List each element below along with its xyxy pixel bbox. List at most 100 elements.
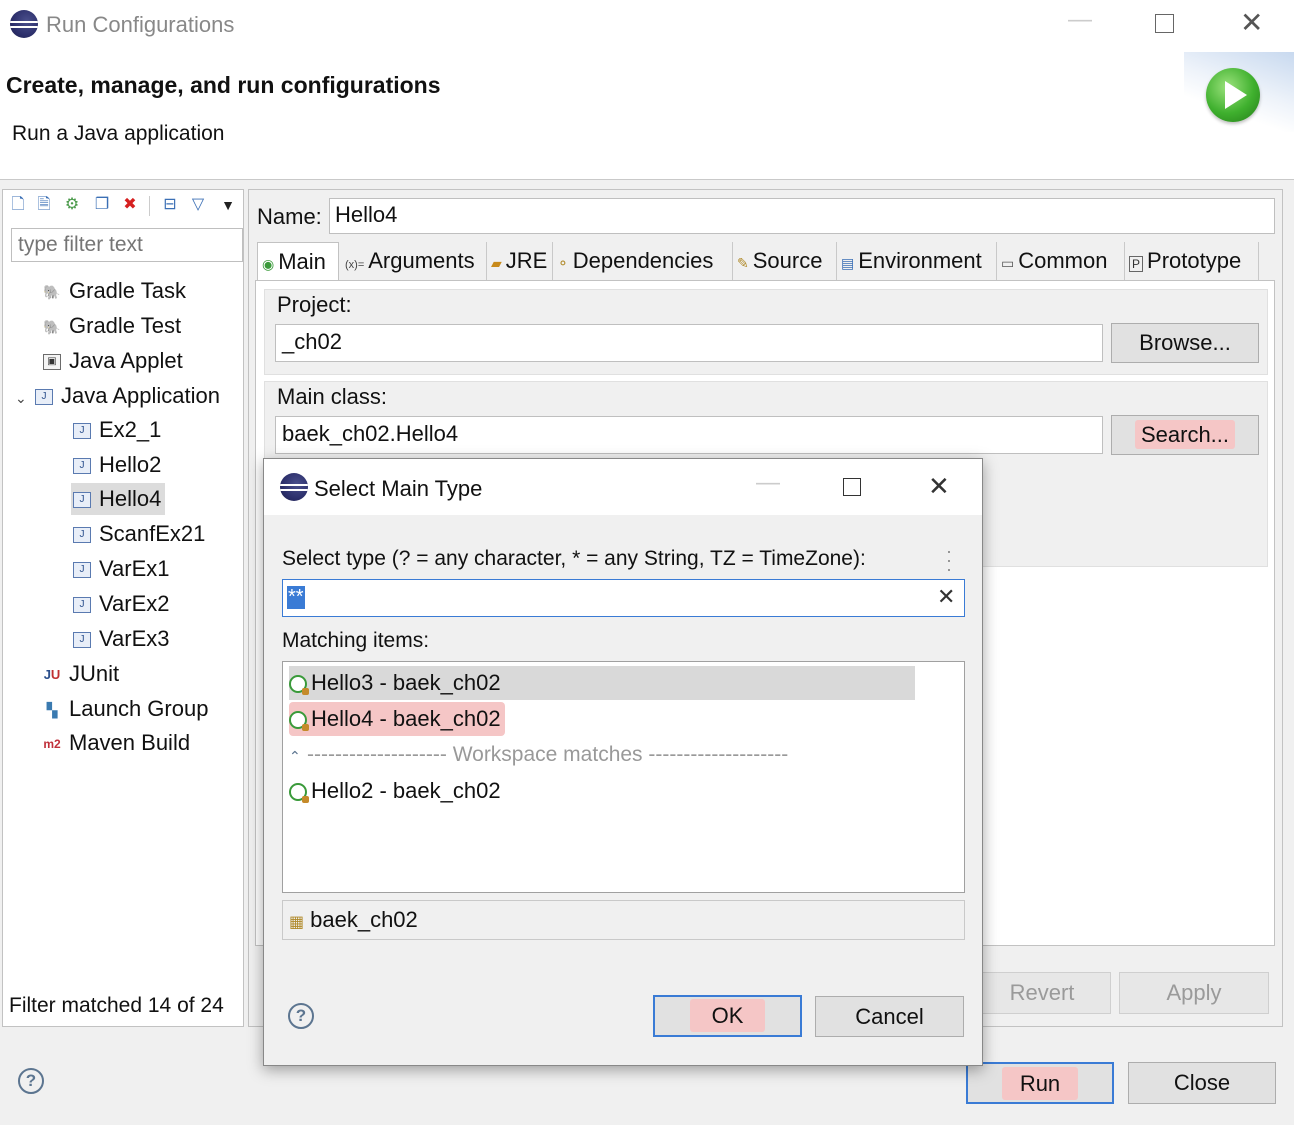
main-class-input[interactable]: baek_ch02.Hello4 <box>275 416 1103 454</box>
new-prototype-icon[interactable]: 🗎 <box>35 196 53 214</box>
apply-button[interactable]: Apply <box>1119 972 1269 1014</box>
minimize-icon[interactable]: — <box>756 469 780 497</box>
help-icon[interactable]: ? <box>288 1003 314 1029</box>
tree-item-hello4[interactable]: J Hello4 <box>71 483 166 515</box>
header-title: Create, manage, and run configurations <box>6 72 441 98</box>
project-label: Project: <box>277 292 352 317</box>
jre-icon: ▰ <box>491 255 502 271</box>
tab-common[interactable]: ▭ Common <box>997 242 1125 280</box>
class-icon <box>289 783 309 804</box>
tree-item-junit[interactable]: JU JUnit <box>43 658 119 690</box>
java-app-icon: J <box>35 389 53 406</box>
package-icon: ▦ <box>289 914 305 931</box>
launch-group-icon: ▚ <box>46 702 58 719</box>
close-icon[interactable]: ✕ <box>1240 6 1263 39</box>
name-label: Name: <box>257 204 322 229</box>
search-button-label: Search... <box>1134 420 1236 449</box>
select-type-prompt: Select type (? = any character, * = any … <box>282 547 866 570</box>
window-titlebar: Run Configurations — ✕ <box>0 0 1294 52</box>
minimize-icon[interactable]: — <box>1068 6 1092 34</box>
eclipse-logo-icon <box>10 10 38 38</box>
header-subtitle: Run a Java application <box>12 122 225 145</box>
tree-item-java-applet[interactable]: ▣ Java Applet <box>43 345 183 377</box>
environment-icon: ▤ <box>841 255 855 271</box>
tab-arguments[interactable]: (x)= Arguments <box>341 242 487 280</box>
list-item[interactable]: Hello3 - baek_ch02 <box>289 666 915 700</box>
more-options-icon[interactable]: · · · <box>944 542 954 578</box>
maximize-icon[interactable] <box>1155 14 1174 33</box>
tree-item-java-application[interactable]: ⌄ J Java Application <box>15 380 220 412</box>
revert-button[interactable]: Revert <box>973 972 1111 1014</box>
project-group: Project: _ch02 Browse... <box>264 289 1268 375</box>
delete-icon[interactable]: ✖ <box>121 196 139 214</box>
package-field: ▦ baek_ch02 <box>282 900 965 940</box>
tab-source[interactable]: ✎ Source <box>733 242 837 280</box>
tree-item-varex2[interactable]: J VarEx2 <box>73 588 170 620</box>
dialog-title: Select Main Type <box>314 476 483 501</box>
duplicate-icon[interactable]: ⚙ <box>63 196 81 214</box>
list-item[interactable]: Hello4 - baek_ch02 <box>289 702 505 736</box>
search-button[interactable]: Search... <box>1111 415 1259 455</box>
tab-environment[interactable]: ▤ Environment <box>837 242 997 280</box>
collapse-icon[interactable]: ⌃ <box>289 739 307 773</box>
run-logo-icon <box>1206 68 1260 122</box>
collapse-all-icon[interactable]: ⊟ <box>161 196 179 214</box>
tree-item-launch-group[interactable]: ▚ Launch Group <box>43 693 209 725</box>
tab-jre[interactable]: ▰ JRE <box>487 242 553 280</box>
tree-item-gradle-test[interactable]: 🐘 Gradle Test <box>43 310 181 342</box>
config-list-panel: 🗋 🗎 ⚙ ❐ ✖ ⊟ ▽ ▼ 🐘Gradle Task 🐘Gradle Tes… <box>2 189 244 1027</box>
tree-item-ex2-1[interactable]: J Ex2_1 <box>73 414 161 446</box>
run-button-label: Run <box>1001 1067 1079 1100</box>
common-icon: ▭ <box>1001 255 1015 271</box>
menu-dropdown-icon[interactable]: ▼ <box>219 196 237 214</box>
tree-item-varex3[interactable]: J VarEx3 <box>73 623 170 655</box>
arguments-icon: (x)= <box>345 259 365 271</box>
chevron-down-icon[interactable]: ⌄ <box>15 382 35 414</box>
source-icon: ✎ <box>737 255 749 271</box>
class-icon <box>289 675 309 696</box>
ok-button-label: OK <box>689 999 766 1032</box>
java-app-icon: J <box>73 492 91 509</box>
eclipse-logo-icon <box>280 473 308 501</box>
filter-input[interactable] <box>11 228 243 262</box>
matching-items-list: Hello3 - baek_ch02 Hello4 - baek_ch02 ⌃ -… <box>282 661 965 893</box>
help-icon[interactable]: ? <box>18 1068 44 1094</box>
run-button[interactable]: Run <box>966 1062 1114 1104</box>
project-input[interactable]: _ch02 <box>275 324 1103 362</box>
tab-main[interactable]: ◉ Main <box>257 242 339 280</box>
name-input[interactable]: Hello4 <box>329 198 1275 234</box>
java-app-icon: J <box>73 562 91 579</box>
filter-status: Filter matched 14 of 24 <box>9 994 224 1017</box>
filter-text: ** <box>287 586 305 609</box>
maven-icon: m2 <box>43 737 61 752</box>
dialog-titlebar: Select Main Type — ✕ <box>264 459 982 515</box>
main-class-label: Main class: <box>277 384 388 409</box>
new-config-icon[interactable]: 🗋 <box>9 196 27 214</box>
tree-item-hello2[interactable]: J Hello2 <box>73 449 161 481</box>
maximize-icon[interactable] <box>843 478 861 496</box>
gradle-icon: 🐘 <box>43 284 61 301</box>
type-filter-input[interactable]: ** ✕ <box>282 579 965 617</box>
tab-dependencies[interactable]: ⚬ Dependencies <box>553 242 733 280</box>
clear-icon[interactable]: ✕ <box>937 584 955 610</box>
tab-prototype[interactable]: P Prototype <box>1125 242 1259 280</box>
tree-item-varex1[interactable]: J VarEx1 <box>73 553 170 585</box>
ok-button[interactable]: OK <box>653 995 802 1037</box>
close-icon[interactable]: ✕ <box>928 471 950 502</box>
copy-icon[interactable]: ❐ <box>93 196 111 214</box>
toolbar-separator <box>149 196 150 216</box>
tree-item-maven-build[interactable]: m2 Maven Build <box>43 727 190 759</box>
cancel-button[interactable]: Cancel <box>815 996 964 1037</box>
applet-icon: ▣ <box>43 354 61 371</box>
list-item[interactable]: Hello2 - baek_ch02 <box>289 774 501 808</box>
java-app-icon: J <box>73 423 91 440</box>
tree-item-scanfex21[interactable]: J ScanfEx21 <box>73 518 205 550</box>
dialog-header: Create, manage, and run configurations R… <box>0 52 1294 180</box>
java-app-icon: J <box>73 527 91 544</box>
java-app-icon: J <box>73 632 91 649</box>
browse-button[interactable]: Browse... <box>1111 323 1259 363</box>
tree-item-gradle-task[interactable]: 🐘 Gradle Task <box>43 275 186 307</box>
close-button[interactable]: Close <box>1128 1062 1276 1104</box>
filter-icon[interactable]: ▽ <box>189 196 207 214</box>
window-title: Run Configurations <box>46 12 235 37</box>
